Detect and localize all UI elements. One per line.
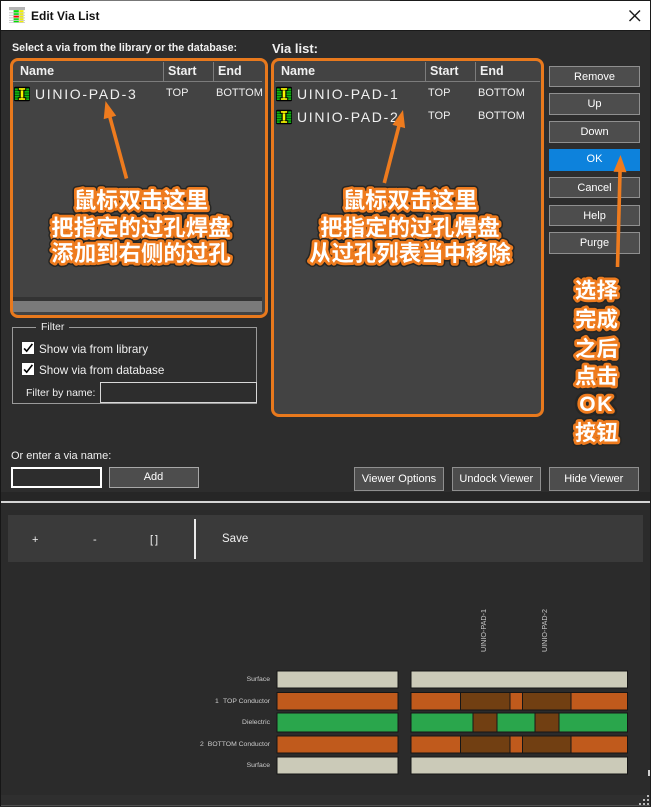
svg-text:OK: OK <box>579 393 614 416</box>
